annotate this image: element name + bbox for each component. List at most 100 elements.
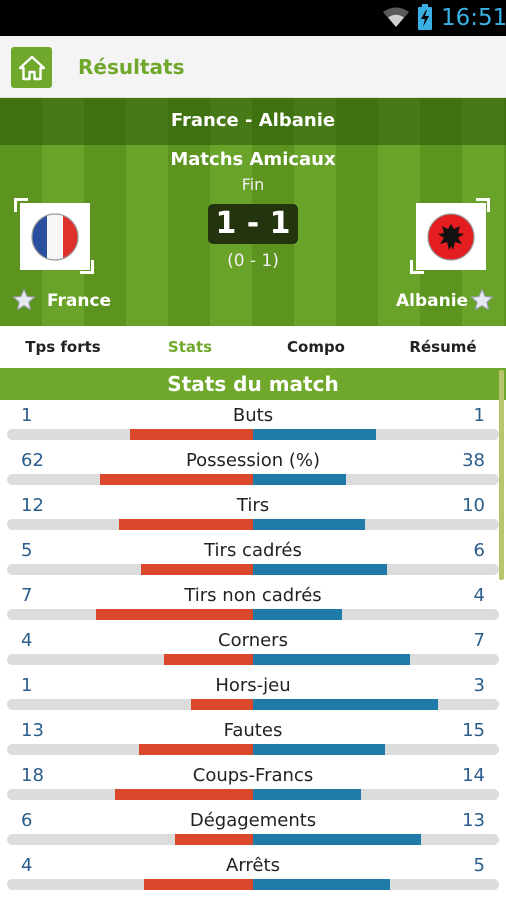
stat-away-value: 10 xyxy=(462,495,485,516)
stat-bar-home xyxy=(96,609,253,620)
stat-home-value: 1 xyxy=(21,405,33,426)
stat-row: 1 Buts 1 xyxy=(0,402,506,447)
stat-row: 4 Arrêts 5 xyxy=(0,852,506,897)
stat-bar-home xyxy=(144,879,253,890)
stat-bar-away xyxy=(253,474,346,485)
stat-home-value: 7 xyxy=(21,585,33,606)
stat-bar-away xyxy=(253,699,438,710)
stat-away-value: 3 xyxy=(473,675,485,696)
tab-tps-forts[interactable]: Tps forts xyxy=(14,336,112,358)
stat-home-value: 62 xyxy=(21,450,44,471)
stat-bar-home xyxy=(175,834,253,845)
stat-label: Fautes xyxy=(223,720,283,741)
france-flag-icon xyxy=(31,212,79,261)
stat-row: 5 Tirs cadrés 6 xyxy=(0,537,506,582)
stat-bar-away xyxy=(253,429,376,440)
stat-row: 7 Tirs non cadrés 4 xyxy=(0,582,506,627)
stat-bar-home xyxy=(119,519,253,530)
tab-bar: Tps forts Stats Compo Résumé xyxy=(0,326,506,368)
away-team-flag[interactable] xyxy=(410,198,490,274)
stat-label: Tirs xyxy=(236,495,270,516)
stat-home-value: 5 xyxy=(21,540,33,561)
battery-charging-icon xyxy=(418,4,432,30)
score-badge: 1 - 1 xyxy=(208,204,298,244)
match-header: France - Albanie Matchs Amicaux Fin 1 - … xyxy=(0,98,506,326)
match-title: France - Albanie xyxy=(170,110,336,131)
stat-bar-home xyxy=(100,474,253,485)
stat-bar-track xyxy=(7,744,499,755)
stat-bar-home xyxy=(164,654,253,665)
wifi-icon xyxy=(383,7,409,27)
stat-home-value: 4 xyxy=(21,630,33,651)
stat-bar-track xyxy=(7,474,499,485)
stat-away-value: 15 xyxy=(462,720,485,741)
tab-resume[interactable]: Résumé xyxy=(398,336,488,358)
stat-bar-home xyxy=(141,564,253,575)
competition-name: Matchs Amicaux xyxy=(170,149,336,170)
away-team-name: Albanie xyxy=(396,291,469,311)
stat-bar-home xyxy=(130,429,253,440)
clock: 16:51 xyxy=(441,5,506,31)
stat-label: Hors-jeu xyxy=(215,675,291,696)
favorite-star-icon[interactable] xyxy=(470,288,494,312)
stat-away-value: 5 xyxy=(473,855,485,876)
stat-away-value: 6 xyxy=(473,540,485,561)
app-screen: 16:51 Résultats France - Albanie Matchs … xyxy=(0,0,506,900)
stat-bar-home xyxy=(191,699,253,710)
stat-bar-away xyxy=(253,789,361,800)
stat-bar-home xyxy=(115,789,253,800)
stat-bar-away xyxy=(253,654,410,665)
stat-away-value: 38 xyxy=(462,450,485,471)
stat-bar-track xyxy=(7,654,499,665)
stat-home-value: 13 xyxy=(21,720,44,741)
stat-bar-away xyxy=(253,879,390,890)
stat-away-value: 1 xyxy=(473,405,485,426)
stat-label: Tirs non cadrés xyxy=(184,585,322,606)
stat-home-value: 12 xyxy=(21,495,44,516)
stat-row: 1 Hors-jeu 3 xyxy=(0,672,506,717)
stat-bar-away xyxy=(253,564,387,575)
home-team-name: France xyxy=(47,291,112,311)
action-bar: Résultats xyxy=(0,36,506,98)
stat-bar-track xyxy=(7,519,499,530)
status-bar: 16:51 xyxy=(0,0,506,36)
stat-away-value: 4 xyxy=(473,585,485,606)
stat-bar-track xyxy=(7,699,499,710)
stat-label: Dégagements xyxy=(189,810,317,831)
stat-bar-track xyxy=(7,609,499,620)
stat-label: Corners xyxy=(218,630,288,651)
stat-bar-track xyxy=(7,834,499,845)
home-team-flag[interactable] xyxy=(14,198,94,274)
tab-stats[interactable]: Stats xyxy=(150,336,230,358)
stat-home-value: 6 xyxy=(21,810,33,831)
stat-away-value: 7 xyxy=(473,630,485,651)
stats-title: Stats du match xyxy=(167,372,339,396)
stat-bar-track xyxy=(7,789,499,800)
stat-bar-away xyxy=(253,519,365,530)
stat-label: Arrêts xyxy=(226,855,280,876)
stat-bar-track xyxy=(7,879,499,890)
stat-away-value: 13 xyxy=(462,810,485,831)
scrollbar[interactable] xyxy=(499,370,504,580)
stat-bar-away xyxy=(253,834,421,845)
tab-compo[interactable]: Compo xyxy=(276,336,356,358)
stat-label: Possession (%) xyxy=(185,450,321,471)
match-status: Fin xyxy=(241,175,265,194)
page-title: Résultats xyxy=(78,55,185,79)
stat-label: Buts xyxy=(232,405,274,426)
stat-home-value: 4 xyxy=(21,855,33,876)
stat-row: 62 Possession (%) 38 xyxy=(0,447,506,492)
home-button[interactable] xyxy=(11,47,52,88)
stats-section-header: Stats du match xyxy=(0,368,506,400)
stat-row: 4 Corners 7 xyxy=(0,627,506,672)
stat-home-value: 1 xyxy=(21,675,33,696)
home-icon xyxy=(18,55,45,80)
stat-bar-track xyxy=(7,564,499,575)
stat-bar-home xyxy=(139,744,253,755)
stat-row: 18 Coups-Francs 14 xyxy=(0,762,506,807)
stat-bar-away xyxy=(253,744,385,755)
stat-away-value: 14 xyxy=(462,765,485,786)
favorite-star-icon[interactable] xyxy=(12,288,36,312)
stat-row: 6 Dégagements 13 xyxy=(0,807,506,852)
albania-flag-icon xyxy=(427,212,475,261)
